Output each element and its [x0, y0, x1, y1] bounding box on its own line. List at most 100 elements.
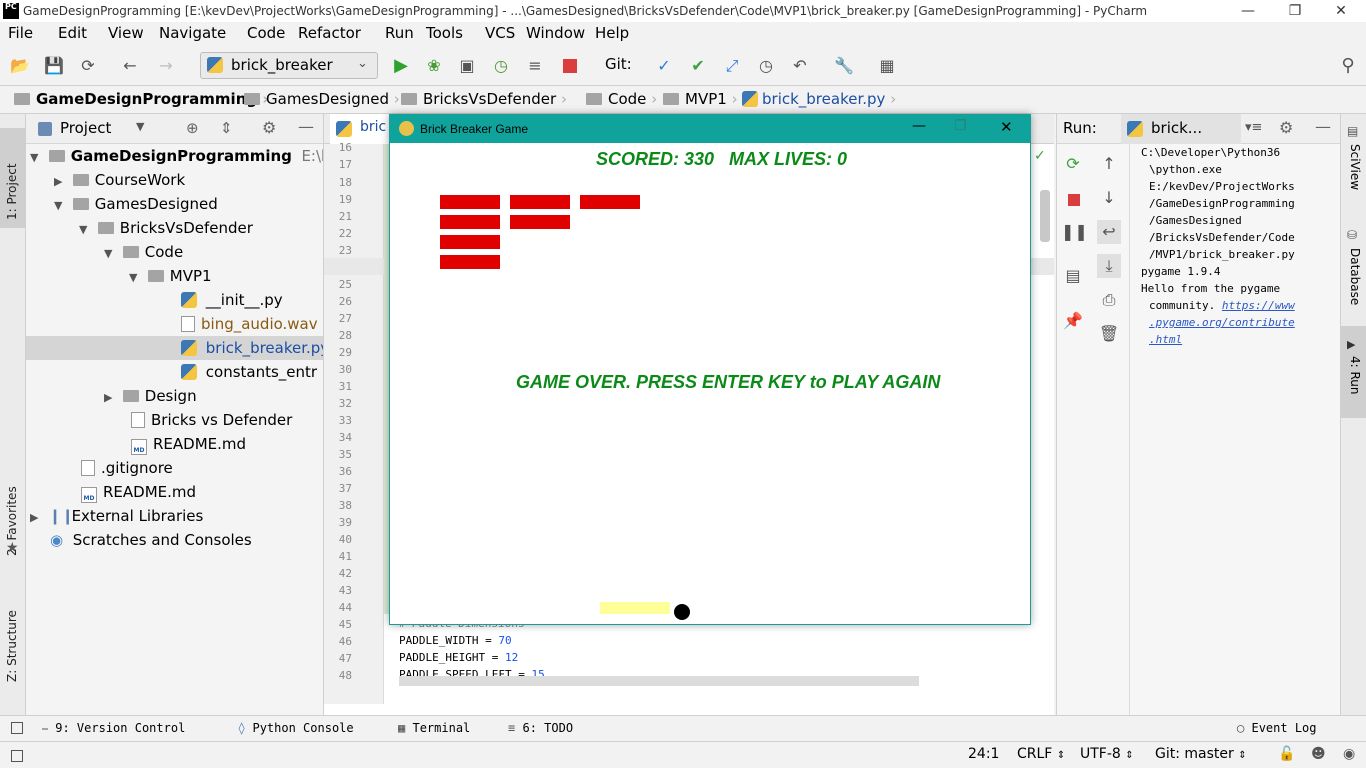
tree-item-gitignore[interactable]: .gitignore: [26, 456, 323, 480]
pause-icon[interactable]: ❚❚: [1061, 220, 1088, 244]
breadcrumb-item-code[interactable]: Code ›: [586, 90, 657, 108]
close-button[interactable]: ✕: [1318, 2, 1364, 20]
line-separator[interactable]: CRLF ⇕: [1017, 746, 1065, 762]
gear-icon[interactable]: ⚙: [1279, 118, 1293, 137]
lock-icon[interactable]: 🔓: [1278, 746, 1295, 762]
file-encoding[interactable]: UTF-8 ⇕: [1080, 746, 1134, 762]
menu-help[interactable]: Help: [595, 24, 629, 42]
menu-code[interactable]: Code: [247, 24, 285, 42]
save-icon[interactable]: 💾: [44, 56, 64, 76]
pin-icon[interactable]: 📌: [1061, 309, 1085, 333]
stop-icon[interactable]: [563, 59, 577, 73]
tree-item-bing-audio[interactable]: bing_audio.wav: [26, 312, 323, 336]
breadcrumb-item-file[interactable]: brick_breaker.py ›: [742, 90, 896, 108]
run-tool-tab[interactable]: ▶ 4: Run: [1341, 326, 1366, 418]
run-icon[interactable]: ▶: [391, 56, 411, 76]
soft-wrap-icon[interactable]: ↩: [1097, 220, 1121, 244]
notifications-icon[interactable]: ◉: [1343, 746, 1355, 762]
tree-item-bricks-vs-defender-file[interactable]: Bricks vs Defender: [26, 408, 323, 432]
settings-wrench-icon[interactable]: 🔧: [834, 56, 854, 76]
concurrency-icon[interactable]: ≡: [525, 56, 545, 76]
python-console-tab[interactable]: ◊ Python Console: [238, 721, 354, 735]
version-control-tab[interactable]: ⎯ 9: Version Control: [42, 721, 185, 736]
minimize-button[interactable]: —: [1225, 2, 1271, 20]
debug-bug-icon[interactable]: ❀: [424, 56, 444, 76]
tree-item-readme[interactable]: MD README.md: [26, 480, 323, 504]
event-log-tab[interactable]: ◯ Event Log: [1237, 721, 1317, 735]
search-icon[interactable]: ⚲: [1338, 56, 1358, 76]
git-commit-icon[interactable]: ✔: [688, 56, 708, 76]
forward-arrow-icon[interactable]: →: [156, 56, 176, 76]
tree-item-mvp1[interactable]: ▼ MVP1: [26, 264, 323, 288]
collapse-all-icon[interactable]: ⇕: [220, 119, 233, 137]
menu-refactor[interactable]: Refactor: [298, 24, 361, 42]
structure-tab[interactable]: Z: Structure: [5, 610, 19, 682]
tree-item-design[interactable]: ▶ Design: [26, 384, 323, 408]
breadcrumb-item-bricksvsdefender[interactable]: BricksVsDefender ›: [401, 90, 567, 108]
menu-navigate[interactable]: Navigate: [159, 24, 226, 42]
sync-icon[interactable]: ⟳: [78, 56, 98, 76]
hide-panel-icon[interactable]: —: [1315, 117, 1331, 136]
breadcrumb-item-mvp1[interactable]: MVP1 ›: [663, 90, 738, 108]
pygame-contribute-link[interactable]: .html: [1149, 333, 1182, 346]
maximize-button[interactable]: ❐: [1272, 2, 1318, 20]
scroll-to-end-icon[interactable]: ⤓: [1097, 254, 1121, 278]
terminal-tab[interactable]: ▦ Terminal: [398, 721, 470, 735]
tree-item-init[interactable]: __init__.py: [26, 288, 323, 312]
git-compare-icon[interactable]: ⤢: [722, 56, 742, 76]
menu-run[interactable]: Run: [385, 24, 414, 42]
up-arrow-icon[interactable]: ↑: [1097, 152, 1121, 176]
tree-item-readme-inner[interactable]: MD README.md: [26, 432, 323, 456]
tree-item-root[interactable]: ▼ GameDesignProgramming E:\ke: [26, 144, 323, 168]
project-tab[interactable]: 1: Project: [0, 128, 26, 228]
tab-list-icon[interactable]: ▾≡: [1245, 120, 1262, 135]
status-toggle-icon[interactable]: [11, 750, 23, 762]
locate-target-icon[interactable]: ⊕: [186, 119, 199, 137]
stop-icon[interactable]: [1068, 194, 1080, 206]
menu-tools[interactable]: Tools: [426, 24, 463, 42]
run-tab-brick[interactable]: brick...: [1121, 114, 1241, 144]
trash-icon[interactable]: 🗑: [1097, 322, 1121, 346]
menu-file[interactable]: File: [8, 24, 33, 42]
database-tab[interactable]: Database: [1348, 248, 1362, 305]
profile-icon[interactable]: ◷: [491, 56, 511, 76]
breadcrumb-item-gamesdesigned[interactable]: GamesDesigned ›: [244, 90, 400, 108]
tree-item-scratches[interactable]: ◉ Scratches and Consoles: [26, 528, 323, 552]
todo-tab[interactable]: ≡ 6: TODO: [508, 721, 573, 735]
layout-icon[interactable]: ▤: [1061, 264, 1085, 288]
tree-item-external-libraries[interactable]: ▶ ❙❙ External Libraries: [26, 504, 323, 528]
run-config-dropdown[interactable]: brick_breaker ⌄: [200, 52, 378, 79]
open-folder-icon[interactable]: 📂: [10, 56, 30, 76]
toggle-tool-windows-icon[interactable]: [11, 722, 23, 734]
tree-item-coursework[interactable]: ▶ CourseWork: [26, 168, 323, 192]
project-panel-title[interactable]: Project: [60, 119, 111, 137]
inspector-icon[interactable]: ☻: [1311, 746, 1326, 762]
coverage-icon[interactable]: ▣: [457, 56, 477, 76]
caret-position[interactable]: 24:1: [968, 746, 999, 762]
back-arrow-icon[interactable]: ←: [120, 56, 140, 76]
revert-icon[interactable]: ↶: [790, 56, 810, 76]
breadcrumb-item-root[interactable]: GameDesignProgramming ›: [14, 90, 269, 108]
tree-item-bricksvsdefender[interactable]: ▼ BricksVsDefender: [26, 216, 323, 240]
game-close-button[interactable]: ✕: [1000, 118, 1013, 136]
menu-view[interactable]: View: [108, 24, 144, 42]
git-branch[interactable]: Git: master ⇕: [1155, 746, 1247, 762]
tree-item-code[interactable]: ▼ Code: [26, 240, 323, 264]
game-minimize-button[interactable]: —: [912, 118, 926, 134]
tree-item-constants[interactable]: constants_entr: [26, 360, 323, 384]
pygame-contribute-link[interactable]: https://www: [1222, 299, 1295, 312]
history-clock-icon[interactable]: ◷: [756, 56, 776, 76]
print-icon[interactable]: ⎙: [1097, 288, 1121, 312]
horizontal-scrollbar[interactable]: [399, 676, 919, 686]
game-maximize-button[interactable]: ❐: [954, 118, 967, 134]
sciview-tab[interactable]: SciView: [1348, 144, 1362, 190]
vertical-scrollbar[interactable]: [1040, 190, 1050, 242]
menu-window[interactable]: Window: [526, 24, 585, 42]
inspection-ok-icon[interactable]: ✓: [1034, 148, 1046, 164]
down-arrow-icon[interactable]: ↓: [1097, 186, 1121, 210]
tree-item-gamesdesigned[interactable]: ▼ GamesDesigned: [26, 192, 323, 216]
gear-icon[interactable]: ⚙: [262, 118, 276, 137]
hide-panel-icon[interactable]: —: [298, 117, 314, 136]
menu-edit[interactable]: Edit: [58, 24, 87, 42]
pygame-contribute-link[interactable]: .pygame.org/contribute: [1149, 316, 1295, 329]
